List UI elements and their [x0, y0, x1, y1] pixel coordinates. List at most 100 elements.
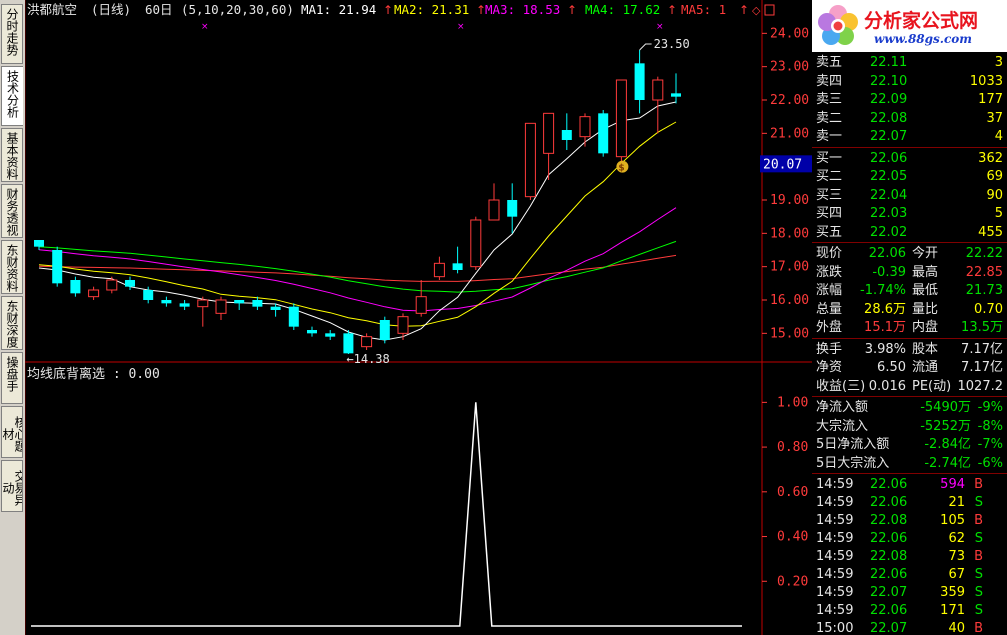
- stat-row: 涨跌 -0.39 最高 22.85: [812, 263, 1007, 282]
- tick-row: 14:59 22.07 359 S: [812, 583, 1007, 602]
- fund-label: PE(动): [912, 378, 952, 394]
- tick-side: B: [974, 477, 983, 492]
- candle-body: [452, 263, 463, 270]
- candle-body: [197, 299, 209, 308]
- flower-logo-icon: [818, 5, 858, 45]
- stat-label: 量比: [912, 301, 939, 317]
- price-tick-label: 21.00: [770, 126, 809, 141]
- ask-volume: 37: [986, 110, 1003, 126]
- candle-body: [361, 336, 373, 348]
- tick-side: S: [974, 585, 983, 600]
- divider: [812, 337, 1007, 339]
- ma-legend-3: MA3: 18.53: [485, 2, 560, 17]
- stat-row: 外盘 15.1万 内盘 13.5万: [812, 318, 1007, 337]
- ma-arrow-icon: ↑: [739, 3, 749, 17]
- stat-value: -0.39: [872, 264, 906, 280]
- divider: [812, 396, 1007, 397]
- price-tick-label: 23.00: [770, 60, 809, 75]
- ask-row[interactable]: 卖一 22.07 4: [812, 127, 1007, 146]
- ask-row[interactable]: 卖四 22.10 1033: [812, 72, 1007, 91]
- high-marker-label: 23.50: [654, 37, 690, 51]
- money-bag-icon: $: [618, 164, 624, 174]
- tick-price: 22.06: [870, 477, 908, 492]
- indicator-tick-label: 0.80: [777, 440, 808, 455]
- quote-panel: 分析家公式网 www.88gs.com 卖五 22.11 3 卖四 22.10 1033 卖…: [812, 0, 1007, 635]
- stat-value: 22.85: [965, 264, 1003, 280]
- bar-count-label: 60日: [145, 2, 173, 17]
- tick-time: 14:59: [816, 513, 854, 528]
- ma-legend-2: MA2: 21.31: [394, 2, 469, 17]
- tab-label: 操盘手: [5, 356, 19, 392]
- candle-body: [507, 200, 518, 217]
- bid-row[interactable]: 买二 22.05 69: [812, 167, 1007, 186]
- candle-body: [470, 219, 482, 268]
- divider: [812, 473, 1007, 474]
- flow-pct: -8%: [977, 418, 1003, 434]
- tick-time: 15:00: [816, 621, 854, 635]
- event-x-icon: ×: [457, 22, 465, 32]
- bid-row[interactable]: 买一 22.06 362: [812, 149, 1007, 168]
- flow-value: -2.74亿: [924, 455, 971, 471]
- bid-row[interactable]: 买三 22.04 90: [812, 186, 1007, 205]
- flow-pct: -7%: [977, 437, 1003, 452]
- tab-label: 分时走势: [5, 8, 19, 56]
- fund-row: 净资 6.50 流通 7.17亿: [812, 358, 1007, 377]
- tick-row: 14:59 22.06 21 S: [812, 493, 1007, 512]
- candle-body: [125, 280, 135, 287]
- tick-row: 15:00 22.07 40 B: [812, 619, 1007, 635]
- tab-6[interactable]: 操盘手: [1, 352, 23, 404]
- fund-label: 收益(三): [816, 378, 866, 394]
- ask-row[interactable]: 卖五 22.11 3: [812, 53, 1007, 72]
- candle-body: [561, 130, 572, 140]
- flow-pct: -9%: [977, 400, 1003, 415]
- stat-value: 22.22: [965, 246, 1003, 261]
- candle-body: [161, 300, 172, 304]
- flow-pct: -6%: [977, 455, 1003, 471]
- candle-body: [70, 280, 81, 294]
- fund-label: 换手: [816, 341, 843, 357]
- tab-label: 交易异动: [1, 469, 23, 506]
- tick-volume: 359: [940, 585, 965, 600]
- tick-side: S: [974, 567, 983, 582]
- fund-row: 换手 3.98% 股本 7.17亿: [812, 340, 1007, 359]
- tick-price: 22.06: [870, 495, 908, 510]
- bid-volume: 362: [978, 150, 1003, 166]
- candle-body: [634, 63, 645, 100]
- fund-value: 3.98%: [864, 341, 906, 357]
- tick-row: 14:59 22.06 67 S: [812, 565, 1007, 584]
- flow-row: 净流入额 -5490万 -9%: [812, 398, 1007, 417]
- ask-row[interactable]: 卖三 22.09 177: [812, 90, 1007, 109]
- flow-row: 大宗流入 -5252万 -8%: [812, 417, 1007, 436]
- flow-value: -5490万: [920, 400, 971, 415]
- bid-row[interactable]: 买五 22.02 455: [812, 223, 1007, 242]
- tab-4[interactable]: 东财资料: [1, 240, 23, 294]
- bid-row[interactable]: 买四 22.03 5: [812, 204, 1007, 223]
- stock-name: 洪都航空: [27, 2, 77, 17]
- fund-value: 1027.2: [957, 378, 1004, 394]
- tab-1[interactable]: 技术分析: [1, 66, 23, 126]
- period-label: (日线): [91, 2, 131, 17]
- tab-0[interactable]: 分时走势: [1, 4, 23, 64]
- candle-body: [325, 333, 336, 337]
- tab-8[interactable]: 交易异动: [1, 460, 23, 512]
- candle-body: [215, 299, 227, 314]
- ma-arrow-icon: ↑: [383, 3, 393, 17]
- tick-time: 14:59: [816, 477, 854, 492]
- tick-volume: 67: [948, 567, 965, 582]
- kline-chart[interactable]: 洪都航空 (日线) 60日 (5,10,20,30,60) MA1: 21.94 ↑ MA2…: [25, 0, 812, 635]
- tick-price: 22.08: [870, 549, 908, 564]
- indicator-tick-label: 0.60: [777, 485, 808, 500]
- ask-row[interactable]: 卖二 22.08 37: [812, 109, 1007, 128]
- candle-body: [524, 122, 536, 198]
- bid-label: 买三: [816, 187, 843, 203]
- price-tick-label: 18.00: [770, 226, 809, 241]
- tick-side: B: [974, 621, 983, 635]
- tab-7[interactable]: 核心题材: [1, 406, 23, 458]
- tab-3[interactable]: 财务透视: [1, 184, 23, 238]
- tab-2[interactable]: 基本资料: [1, 128, 23, 182]
- indicator-tick-label: 0.40: [777, 530, 808, 545]
- tick-price: 22.07: [870, 585, 908, 600]
- tick-price: 22.08: [870, 513, 908, 528]
- tab-5[interactable]: 东财深度: [1, 296, 23, 350]
- tick-volume: 40: [948, 621, 965, 635]
